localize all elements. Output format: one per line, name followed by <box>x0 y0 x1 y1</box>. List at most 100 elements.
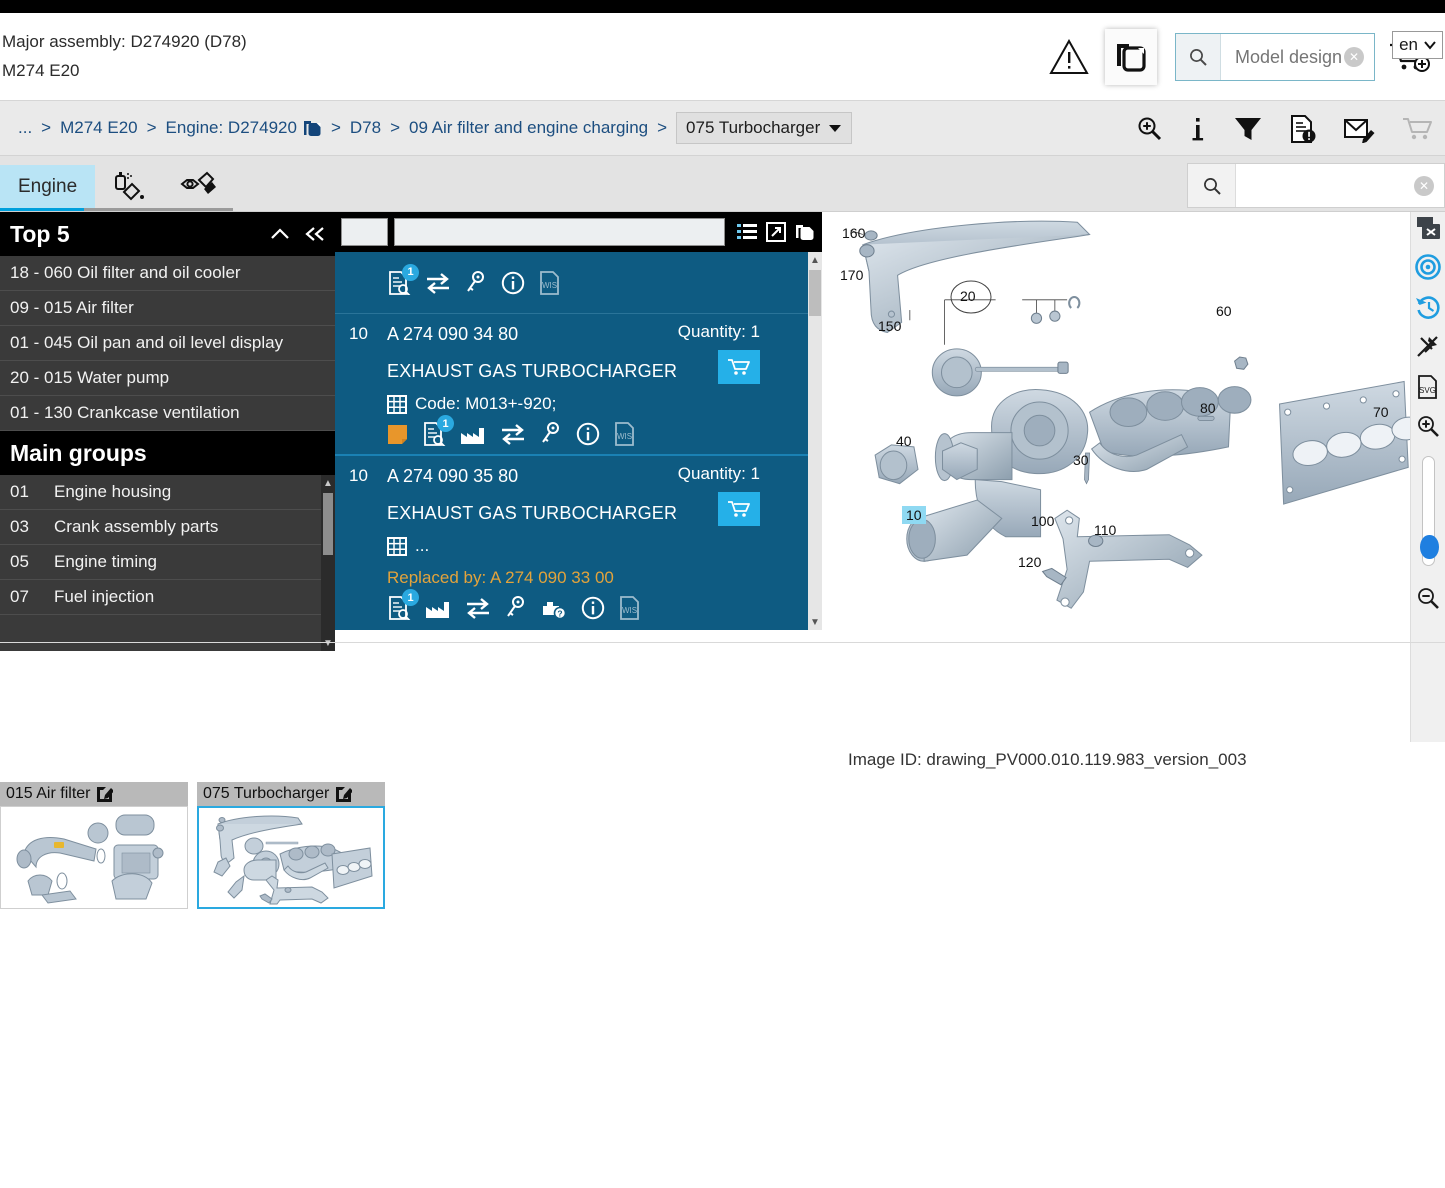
thumbnail-image[interactable] <box>0 806 188 909</box>
part-row[interactable]: 10 A 274 090 35 80 Quantity: 1 EXHAUST G… <box>335 456 822 628</box>
part-row[interactable]: 10 A 274 090 34 80 Quantity: 1 EXHAUST G… <box>335 314 822 456</box>
scroll-down-arrow[interactable]: ▼ <box>321 635 335 651</box>
search-icon[interactable] <box>1176 34 1221 80</box>
breadcrumb-current-dropdown[interactable]: 075 Turbocharger <box>676 112 853 144</box>
search-icon[interactable] <box>1188 164 1236 207</box>
header-icon-group: ✕ <box>1043 13 1445 101</box>
breadcrumb-item-1[interactable]: M274 E20 <box>60 118 138 138</box>
history-undo-icon[interactable] <box>1415 294 1441 320</box>
mail-edit-icon[interactable] <box>1343 115 1375 143</box>
main-groups-scrollbar[interactable]: ▲ ▼ <box>321 475 335 651</box>
warning-triangle-icon[interactable] <box>1043 31 1095 83</box>
table-grid-icon[interactable] <box>387 536 407 556</box>
zoom-slider-handle[interactable] <box>1419 535 1439 559</box>
wis-icon[interactable]: WIS <box>614 422 636 446</box>
close-window-icon[interactable] <box>1416 216 1441 240</box>
breadcrumb-item-0[interactable]: ... <box>18 118 32 138</box>
info-icon[interactable] <box>581 596 605 620</box>
add-to-cart-button[interactable] <box>718 350 760 384</box>
document-search-icon[interactable]: 1 <box>387 589 419 620</box>
top5-item-2[interactable]: 01 - 045 Oil pan and oil level display <box>0 326 335 361</box>
clear-icon[interactable]: ✕ <box>1414 175 1434 196</box>
exploded-parts-drawing[interactable] <box>822 212 1445 639</box>
edit-pencil-icon[interactable] <box>335 786 353 803</box>
add-to-cart-button[interactable] <box>718 492 760 526</box>
factory-icon[interactable] <box>460 423 486 445</box>
wis-icon[interactable]: WIS <box>619 596 641 620</box>
table-grid-icon[interactable] <box>387 394 407 414</box>
engine-help-icon[interactable]: ? <box>541 596 567 620</box>
parts-search-input[interactable] <box>1246 175 1410 196</box>
scroll-up-arrow[interactable]: ▲ <box>808 252 822 268</box>
cart-icon[interactable] <box>1401 115 1435 143</box>
callout-10-highlighted[interactable]: 10 <box>902 506 926 524</box>
target-reset-icon[interactable] <box>1415 254 1441 280</box>
scrollbar-thumb[interactable] <box>323 493 333 555</box>
key-icon[interactable] <box>465 270 487 295</box>
exchange-icon[interactable] <box>500 423 526 445</box>
top5-item-1[interactable]: 09 - 015 Air filter <box>0 291 335 326</box>
unpin-icon[interactable] <box>1415 334 1441 360</box>
tab-bolt[interactable] <box>163 165 234 211</box>
top5-item-3[interactable]: 20 - 015 Water pump <box>0 361 335 396</box>
info-icon[interactable] <box>501 271 525 295</box>
document-alert-icon[interactable] <box>1289 114 1317 144</box>
thumbnail-image[interactable] <box>197 806 385 909</box>
key-icon[interactable] <box>505 596 527 620</box>
copy-documents-icon[interactable] <box>1105 29 1157 85</box>
svg-text:WIS: WIS <box>542 281 557 290</box>
copy-icon[interactable] <box>795 222 816 242</box>
zoom-in-icon[interactable] <box>1416 414 1440 438</box>
tab-engine[interactable]: Engine <box>0 165 96 211</box>
key-icon[interactable] <box>540 422 562 446</box>
bolt-nut-icon <box>177 170 219 204</box>
tab-paint[interactable] <box>95 165 164 211</box>
chevron-up-icon[interactable] <box>269 225 291 243</box>
info-icon[interactable] <box>1189 115 1207 143</box>
wis-icon[interactable]: WIS <box>539 270 561 295</box>
double-chevron-left-icon[interactable] <box>303 225 327 243</box>
svg-file-icon[interactable]: SVG <box>1416 374 1440 400</box>
info-icon[interactable] <box>576 422 600 446</box>
thumbnail-turbocharger[interactable]: 075 Turbocharger <box>197 782 385 909</box>
parts-filter-pos-input[interactable] <box>341 218 388 246</box>
scrollbar-thumb[interactable] <box>809 270 821 316</box>
zoom-in-icon[interactable] <box>1136 115 1163 142</box>
svg-text:SVG: SVG <box>1419 386 1436 395</box>
edit-pencil-icon[interactable] <box>96 786 114 803</box>
zoom-out-icon[interactable] <box>1416 586 1440 610</box>
document-search-icon[interactable]: 1 <box>422 415 454 446</box>
scroll-down-arrow[interactable]: ▼ <box>808 614 822 630</box>
main-group-item-01[interactable]: 01 Engine housing <box>0 475 335 510</box>
main-group-item-07[interactable]: 07 Fuel injection <box>0 580 335 615</box>
main-group-item-03[interactable]: 03 Crank assembly parts <box>0 510 335 545</box>
document-search-icon[interactable]: 1 <box>387 263 419 295</box>
breadcrumb-item-2[interactable]: Engine: D274920 <box>166 118 297 138</box>
breadcrumb-item-4[interactable]: 09 Air filter and engine charging <box>409 118 648 138</box>
model-search-box[interactable]: ✕ <box>1175 33 1375 81</box>
main-group-item-05[interactable]: 05 Engine timing <box>0 545 335 580</box>
search-field-wrapper[interactable]: ✕ <box>1221 34 1374 80</box>
list-view-icon[interactable] <box>737 223 757 241</box>
breadcrumb-copy-icon[interactable] <box>303 118 322 138</box>
exchange-icon[interactable] <box>425 272 451 294</box>
filter-icon[interactable] <box>1233 115 1263 143</box>
exchange-icon[interactable] <box>465 597 491 619</box>
zoom-slider[interactable] <box>1419 456 1439 566</box>
breadcrumb-item-3[interactable]: D78 <box>350 118 381 138</box>
parts-search-field-wrapper[interactable]: ✕ <box>1236 164 1444 207</box>
chevron-down-icon <box>829 125 842 132</box>
parts-search-box[interactable]: ✕ <box>1187 163 1445 208</box>
parts-scrollbar[interactable]: ▲ ▼ <box>808 252 822 630</box>
thumbnail-air-filter[interactable]: 015 Air filter <box>0 782 188 909</box>
expand-icon[interactable] <box>766 222 786 242</box>
scroll-up-arrow[interactable]: ▲ <box>321 475 335 491</box>
factory-icon[interactable] <box>425 597 451 619</box>
note-icon[interactable] <box>387 424 408 445</box>
clear-icon[interactable]: ✕ <box>1344 47 1364 67</box>
top5-item-4[interactable]: 01 - 130 Crankcase ventilation <box>0 396 335 431</box>
top5-item-0[interactable]: 18 - 060 Oil filter and oil cooler <box>0 256 335 291</box>
drawing-viewer[interactable]: 160 170 150 20 60 80 70 40 30 10 100 110… <box>822 212 1445 742</box>
parts-filter-text-input[interactable] <box>394 218 725 246</box>
language-selector[interactable]: en <box>1392 31 1443 59</box>
